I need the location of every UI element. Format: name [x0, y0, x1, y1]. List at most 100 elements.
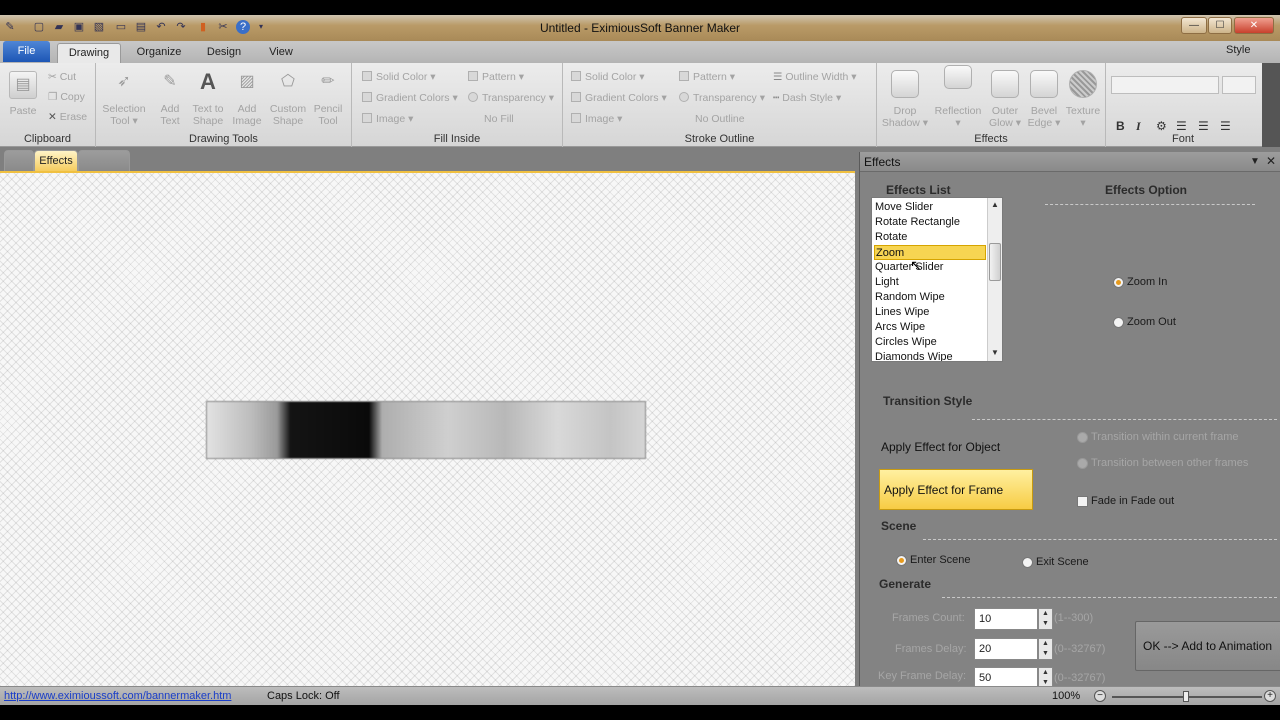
panel-close-icon[interactable]: ✕ — [1266, 154, 1276, 168]
frames-count-stepper[interactable]: ▲ ▼ — [1038, 608, 1053, 630]
stroke-solid-color[interactable]: Solid Color ▾ — [571, 71, 645, 83]
effects-list[interactable]: Move Slider Rotate Rectangle Rotate Zoom… — [871, 197, 1003, 362]
bold-button[interactable]: B — [1116, 119, 1125, 133]
apply-object-button[interactable]: Apply Effect for Object — [877, 427, 1032, 467]
zoom-in-icon[interactable]: + — [1264, 690, 1276, 702]
tab-organize[interactable]: Organize — [129, 43, 189, 63]
transition-other-radio[interactable] — [1077, 458, 1088, 469]
key-frame-delay-range: (0--32767) — [1054, 672, 1106, 684]
fill-solid-color[interactable]: Solid Color ▾ — [362, 71, 436, 83]
exit-scene-radio[interactable] — [1022, 557, 1033, 568]
frames-count-range: (1--300) — [1054, 612, 1094, 624]
minimize-button[interactable]: — — [1181, 17, 1207, 34]
list-item[interactable]: Random Wipe — [874, 290, 986, 305]
doc-tab-effects[interactable]: Effects — [34, 150, 78, 171]
list-item[interactable]: Circles Wipe — [874, 335, 986, 350]
stroke-pattern[interactable]: Pattern ▾ — [679, 71, 735, 83]
stroke-transparency-icon — [679, 92, 689, 102]
window-title: Untitled - EximiousSoft Banner Maker — [539, 21, 741, 35]
stroke-gradient-colors[interactable]: Gradient Colors ▾ — [571, 92, 667, 104]
text-effect-icon[interactable]: ⚙ — [1156, 119, 1167, 133]
list-item-selected[interactable]: Zoom — [874, 245, 986, 260]
panel-dropdown-icon[interactable]: ▼ — [1250, 156, 1260, 167]
no-outline-button[interactable]: No Outline — [695, 113, 745, 125]
status-bar: http://www.eximioussoft.com/bannermaker.… — [0, 686, 1280, 705]
effects-option-divider — [1045, 204, 1255, 205]
frames-delay-label: Frames Delay: — [895, 643, 967, 655]
doc-tab-previous[interactable] — [4, 150, 34, 171]
fill-pattern[interactable]: Pattern ▾ — [468, 71, 524, 83]
list-item[interactable]: Lines Wipe — [874, 305, 986, 320]
maximize-button[interactable]: ☐ — [1208, 17, 1232, 34]
outer-glow-icon — [991, 70, 1019, 98]
transition-other-label: Transition between other frames — [1091, 457, 1249, 469]
app-window: ✎ ▢ ▰ ▣ ▧ ▭ ▤ ↶ ↷ ▮ ✂ ? ▾ Untitled - Exi… — [0, 15, 1280, 705]
list-item[interactable]: Rotate — [874, 230, 986, 245]
font-size-combo[interactable] — [1222, 76, 1256, 94]
effects-panel-title: Effects — [864, 155, 901, 169]
scroll-down-icon[interactable]: ▼ — [988, 346, 1002, 360]
fill-image[interactable]: Image ▾ — [362, 113, 413, 125]
paste-button[interactable]: Paste — [2, 105, 44, 117]
tab-design[interactable]: Design — [196, 43, 252, 63]
caps-lock-status: Caps Lock: Off — [267, 690, 340, 702]
transition-current-radio[interactable] — [1077, 432, 1088, 443]
outline-width[interactable]: ☰ Outline Width ▾ — [773, 71, 857, 83]
doc-tab-next[interactable] — [78, 150, 130, 171]
fill-transparency[interactable]: Transparency ▾ — [468, 92, 554, 104]
align-left-icon[interactable]: ☰ — [1176, 119, 1187, 133]
apply-frame-button[interactable]: Apply Effect for Frame — [879, 469, 1033, 510]
scroll-up-icon[interactable]: ▲ — [988, 198, 1002, 212]
font-name-combo[interactable] — [1111, 76, 1219, 94]
erase-button[interactable]: ✕ Erase — [48, 111, 87, 123]
zoom-slider-thumb[interactable] — [1183, 691, 1189, 702]
fade-checkbox[interactable] — [1077, 496, 1088, 507]
list-item[interactable]: Move Slider — [874, 200, 986, 215]
copy-button[interactable]: ❐ Copy — [48, 91, 85, 103]
fill-gradient-colors[interactable]: Gradient Colors ▾ — [362, 92, 458, 104]
key-frame-delay-label: Key Frame Delay: — [878, 670, 967, 682]
frames-delay-stepper[interactable]: ▲ ▼ — [1038, 638, 1053, 660]
text-shape-icon: A — [200, 69, 216, 94]
enter-scene-label: Enter Scene — [910, 554, 971, 566]
banner-preview[interactable] — [206, 401, 646, 459]
paste-icon[interactable]: ▤ — [9, 71, 37, 99]
no-fill-button[interactable]: No Fill — [484, 113, 514, 125]
list-item[interactable]: Diamonds Wipe — [874, 350, 986, 361]
add-to-animation-button[interactable]: OK --> Add to Animation — [1135, 621, 1280, 671]
cut-button[interactable]: ✂ Cut — [48, 71, 76, 83]
ribbon-tab-row: File Drawing Organize Design View Style — [0, 41, 1280, 63]
scroll-thumb[interactable] — [989, 243, 1001, 281]
align-center-icon[interactable]: ☰ — [1198, 119, 1209, 133]
zoom-in-radio[interactable] — [1113, 277, 1124, 288]
align-right-icon[interactable]: ☰ — [1220, 119, 1231, 133]
style-menu[interactable]: Style — [1226, 44, 1250, 56]
custom-shape-icon: ⬠ — [281, 73, 295, 90]
effects-list-scrollbar[interactable]: ▲ ▼ — [987, 198, 1002, 361]
file-tab[interactable]: File — [3, 41, 50, 62]
dash-style[interactable]: ┅ Dash Style ▾ — [773, 92, 841, 104]
fill-transparency-icon — [468, 92, 478, 102]
scene-heading: Scene — [881, 519, 917, 533]
fade-label: Fade in Fade out — [1091, 495, 1175, 507]
enter-scene-radio[interactable] — [896, 555, 907, 566]
zoom-out-radio[interactable] — [1113, 317, 1124, 328]
list-item[interactable]: Light — [874, 275, 986, 290]
list-item[interactable]: Rotate Rectangle — [874, 215, 986, 230]
status-url-link[interactable]: http://www.eximioussoft.com/bannermaker.… — [4, 690, 231, 702]
tab-drawing[interactable]: Drawing — [57, 43, 121, 63]
stroke-transparency[interactable]: Transparency ▾ — [679, 92, 765, 104]
zoom-out-icon[interactable]: − — [1094, 690, 1106, 702]
effects-panel-header: Effects ▼ ✕ — [860, 152, 1280, 172]
list-item[interactable]: Quarter Slider — [874, 260, 986, 275]
close-button[interactable]: ✕ — [1234, 17, 1274, 34]
title-bar: ✎ ▢ ▰ ▣ ▧ ▭ ▤ ↶ ↷ ▮ ✂ ? ▾ Untitled - Exi… — [0, 15, 1280, 41]
frames-count-input[interactable]: 10 — [974, 608, 1038, 630]
italic-button[interactable]: I — [1136, 119, 1141, 134]
frames-delay-input[interactable]: 20 — [974, 638, 1038, 660]
stroke-image[interactable]: Image ▾ — [571, 113, 622, 125]
reflection-icon — [944, 65, 972, 89]
list-item[interactable]: Arcs Wipe — [874, 320, 986, 335]
tab-view[interactable]: View — [262, 43, 300, 63]
drawing-canvas[interactable] — [0, 171, 855, 686]
